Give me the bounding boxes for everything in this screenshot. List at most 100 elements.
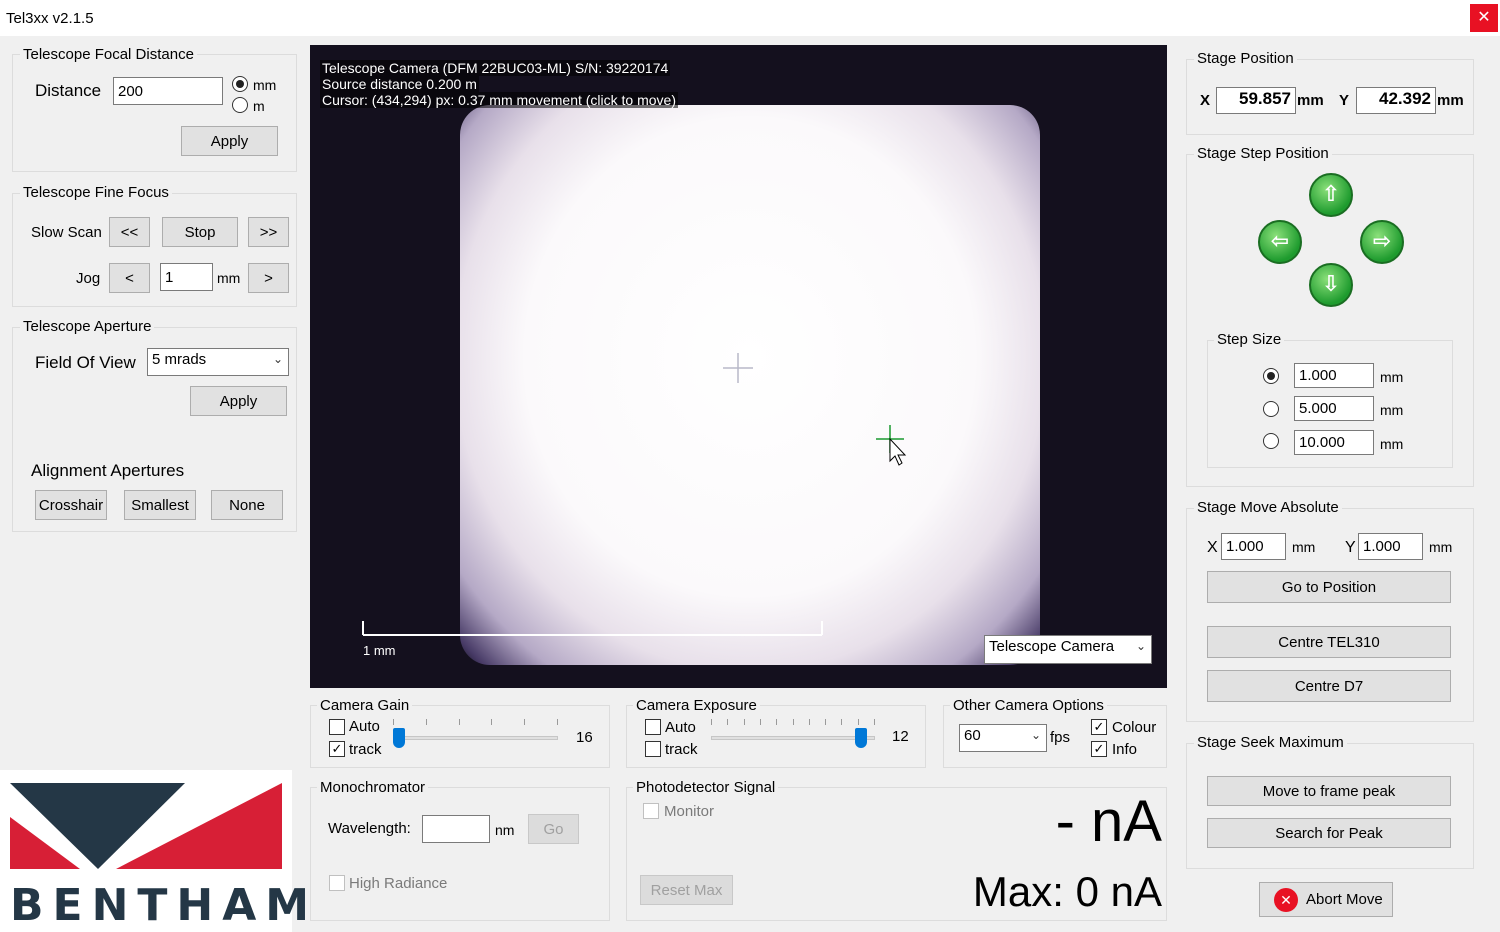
camera-info-line3: Cursor: (434,294) px: 0.37 mm movement (… <box>320 92 679 108</box>
crosshair-button[interactable]: Crosshair <box>35 490 107 520</box>
info-checkbox[interactable]: ✓ <box>1091 741 1107 757</box>
step-size-unit-3: mm <box>1380 436 1404 452</box>
stage-absolute-title: Stage Move Absolute <box>1194 499 1342 516</box>
aperture-apply-button[interactable]: Apply <box>190 386 287 416</box>
center-crosshair-icon <box>723 353 753 383</box>
monitor-checkbox[interactable] <box>643 803 659 819</box>
search-for-peak-button[interactable]: Search for Peak <box>1207 818 1451 848</box>
slider-tick <box>759 719 761 725</box>
fps-select[interactable]: 60 ⌄ <box>959 724 1047 752</box>
smallest-button[interactable]: Smallest <box>124 490 196 520</box>
jog-back-button[interactable]: < <box>109 263 150 293</box>
stage-x-value: 59.857 <box>1216 87 1296 114</box>
step-right-button[interactable]: ⇨ <box>1360 220 1404 264</box>
jog-label: Jog <box>76 270 101 287</box>
camera-gain-title: Camera Gain <box>317 697 413 714</box>
focal-apply-button[interactable]: Apply <box>181 126 278 156</box>
centre-tel310-button[interactable]: Centre TEL310 <box>1207 626 1451 658</box>
gain-slider-thumb[interactable] <box>393 728 405 748</box>
step-size-radio-1[interactable] <box>1263 368 1279 384</box>
signal-readout: - nA <box>1055 789 1162 854</box>
high-radiance-checkbox[interactable] <box>329 875 345 891</box>
slider-tick <box>524 719 526 725</box>
stage-x-unit: mm <box>1297 92 1324 109</box>
abs-y-label: Y <box>1345 539 1356 556</box>
high-radiance-label: High Radiance <box>349 875 448 892</box>
camera-view[interactable]: Telescope Camera (DFM 22BUC03-ML) S/N: 3… <box>310 45 1167 688</box>
colour-checkbox[interactable]: ✓ <box>1091 719 1107 735</box>
step-down-button[interactable]: ⇩ <box>1309 263 1353 307</box>
jog-input[interactable] <box>160 263 213 291</box>
wavelength-input[interactable] <box>422 815 490 843</box>
step-size-title: Step Size <box>1214 331 1285 348</box>
title-bar <box>0 0 1500 36</box>
slider-tick <box>808 719 810 725</box>
other-options-title: Other Camera Options <box>950 697 1107 714</box>
exposure-slider-thumb[interactable] <box>855 728 867 748</box>
scan-stop-button[interactable]: Stop <box>162 217 238 247</box>
abort-icon: ✕ <box>1274 887 1298 912</box>
gain-auto-checkbox[interactable] <box>329 719 345 735</box>
abs-x-label: X <box>1207 539 1218 556</box>
step-size-input-2[interactable] <box>1294 396 1374 421</box>
cursor-crosshair-icon <box>876 425 907 466</box>
stage-seek-group <box>1186 743 1474 869</box>
go-to-position-button[interactable]: Go to Position <box>1207 571 1451 603</box>
step-size-radio-3[interactable] <box>1263 433 1279 449</box>
gain-auto-label: Auto <box>349 718 380 735</box>
camera-exposure-title: Camera Exposure <box>633 697 760 714</box>
monitor-label: Monitor <box>664 803 715 820</box>
none-button[interactable]: None <box>211 490 283 520</box>
stage-y-unit: mm <box>1437 92 1464 109</box>
step-size-input-3[interactable] <box>1294 430 1374 455</box>
scan-rewind-button[interactable]: << <box>109 217 150 247</box>
move-to-frame-peak-button[interactable]: Move to frame peak <box>1207 776 1451 806</box>
close-icon: ✕ <box>1477 9 1491 26</box>
centre-d7-button[interactable]: Centre D7 <box>1207 670 1451 702</box>
gain-track-checkbox[interactable]: ✓ <box>329 741 345 757</box>
reset-max-button[interactable]: Reset Max <box>640 875 733 905</box>
bentham-logo-text: BENTHAM <box>10 880 319 931</box>
exposure-track-checkbox[interactable] <box>645 741 661 757</box>
mono-go-button[interactable]: Go <box>528 814 579 844</box>
abs-y-input[interactable] <box>1358 533 1423 560</box>
unit-m-radio[interactable] <box>232 97 248 113</box>
fov-select[interactable]: 5 mrads ⌄ <box>147 348 289 376</box>
scale-bar-label: 1 mm <box>363 643 396 658</box>
abort-move-button[interactable]: ✕ Abort Move <box>1259 882 1393 917</box>
chevron-down-icon: ⌄ <box>1030 728 1041 742</box>
fov-label: Field Of View <box>35 353 136 372</box>
step-size-input-1[interactable] <box>1294 363 1374 388</box>
camera-source-value: Telescope Camera <box>989 638 1115 655</box>
stage-seek-title: Stage Seek Maximum <box>1194 734 1347 751</box>
step-size-radio-2[interactable] <box>1263 401 1279 417</box>
distance-input[interactable] <box>113 77 223 105</box>
unit-mm-radio[interactable] <box>232 76 248 92</box>
slider-tick <box>458 719 460 725</box>
fine-focus-title: Telescope Fine Focus <box>20 184 172 201</box>
unit-m-label: m <box>253 98 265 114</box>
slider-tick <box>711 719 712 725</box>
slider-tick <box>841 719 843 725</box>
slider-tick <box>743 719 745 725</box>
alignment-apertures-label: Alignment Apertures <box>31 461 185 480</box>
gain-slider-track <box>393 736 558 740</box>
stage-step-title: Stage Step Position <box>1194 145 1332 162</box>
step-left-button[interactable]: ⇦ <box>1258 220 1302 264</box>
camera-info-line1: Telescope Camera (DFM 22BUC03-ML) S/N: 3… <box>320 60 671 76</box>
camera-source-select[interactable]: Telescope Camera ⌄ <box>984 635 1152 664</box>
fov-select-value: 5 mrads <box>152 351 207 368</box>
exposure-track-label: track <box>665 741 698 758</box>
jog-forward-button[interactable]: > <box>248 263 289 293</box>
abs-x-input[interactable] <box>1221 533 1286 560</box>
info-label: Info <box>1112 741 1138 758</box>
stage-y-label: Y <box>1339 92 1350 109</box>
arrow-left-icon: ⇦ <box>1270 228 1290 253</box>
step-up-button[interactable]: ⇧ <box>1309 173 1353 217</box>
close-button[interactable]: ✕ <box>1470 4 1498 32</box>
abs-y-unit: mm <box>1429 539 1453 555</box>
scan-forward-button[interactable]: >> <box>248 217 289 247</box>
aperture-title: Telescope Aperture <box>20 318 155 335</box>
slider-tick <box>727 719 729 725</box>
exposure-auto-checkbox[interactable] <box>645 719 661 735</box>
